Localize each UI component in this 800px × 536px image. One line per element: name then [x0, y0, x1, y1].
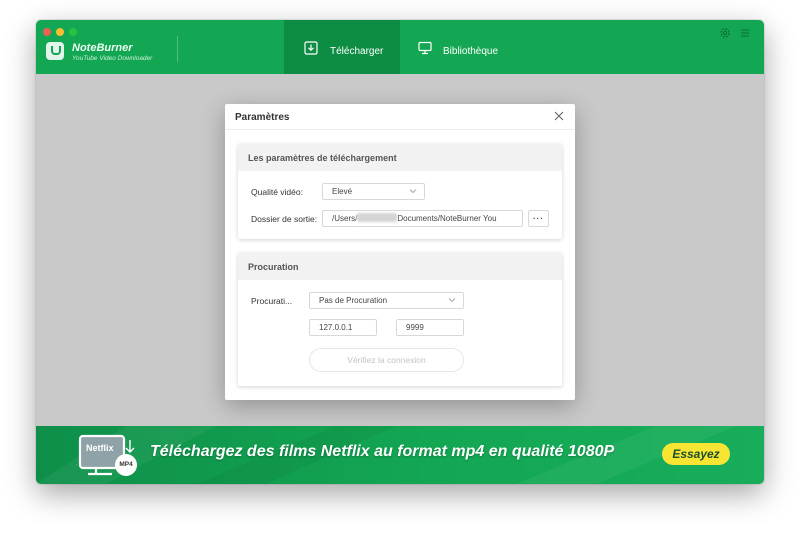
browse-folder-button[interactable]: ··· [528, 210, 549, 227]
chevron-down-icon [409, 189, 417, 194]
output-folder-field[interactable]: /Users/Documents/NoteBurner You [322, 210, 523, 227]
tab-library-label: Bibliothèque [443, 46, 499, 57]
proxy-value: Pas de Procuration [319, 296, 388, 305]
tab-download-label: Télécharger [330, 46, 384, 57]
output-path-prefix: /Users/ [332, 214, 358, 223]
proxy-settings-section: Procuration Procurati... Pas de Procurat… [238, 253, 562, 386]
chevron-down-icon [448, 298, 456, 303]
brand-name: NoteBurner [72, 42, 133, 54]
close-window-button[interactable] [43, 28, 51, 36]
mp4-badge: MP4 [115, 454, 137, 476]
tab-download[interactable]: Télécharger [284, 20, 400, 74]
monitor-icon [418, 41, 432, 55]
menu-icon[interactable] [739, 27, 751, 39]
tab-library[interactable]: Bibliothèque [408, 20, 518, 74]
download-icon [304, 41, 318, 55]
redacted-username [357, 213, 398, 222]
tv-netflix-label: Netflix [86, 443, 114, 453]
brand-subtitle: YouTube Video Downloader [72, 55, 153, 62]
verify-connection-button[interactable]: Vérifiez la connexion [309, 348, 464, 372]
close-icon[interactable] [553, 110, 565, 122]
zoom-window-button[interactable] [69, 28, 77, 36]
quality-value: Elevé [332, 187, 353, 196]
proxy-label: Procurati... [251, 296, 293, 306]
proxy-select[interactable]: Pas de Procuration [309, 292, 464, 309]
proxy-section-title: Procuration [248, 262, 299, 272]
proxy-host-input[interactable]: 127.0.0.1 [309, 319, 377, 336]
noteburner-logo-icon [46, 42, 64, 60]
settings-dialog: Paramètres Les paramètres de téléchargem… [225, 104, 575, 400]
download-section-header: Les paramètres de téléchargement [238, 144, 562, 171]
proxy-section-header: Procuration [238, 253, 562, 280]
try-button[interactable]: Essayez [662, 443, 730, 465]
quality-label: Qualité vidéo: [251, 187, 303, 197]
output-path-suffix: Documents/NoteBurner You [397, 214, 497, 223]
banner-headline: Téléchargez des films Netflix au format … [150, 443, 615, 460]
app-window: NoteBurner YouTube Video Downloader Télé… [36, 20, 764, 484]
title-divider [177, 36, 178, 62]
minimize-window-button[interactable] [56, 28, 64, 36]
proxy-port-input[interactable]: 9999 [396, 319, 464, 336]
download-section-title: Les paramètres de téléchargement [248, 153, 397, 163]
download-settings-section: Les paramètres de téléchargement Qualité… [238, 144, 562, 239]
title-bar: NoteBurner YouTube Video Downloader Télé… [36, 20, 764, 74]
output-folder-label: Dossier de sortie: [251, 214, 318, 224]
quality-select[interactable]: Elevé [322, 183, 425, 200]
gear-icon[interactable] [719, 27, 731, 39]
dialog-header: Paramètres [225, 104, 575, 130]
dialog-title: Paramètres [235, 112, 290, 123]
promo-banner[interactable]: Netflix MP4 Téléchargez des films Netfli… [36, 426, 764, 484]
